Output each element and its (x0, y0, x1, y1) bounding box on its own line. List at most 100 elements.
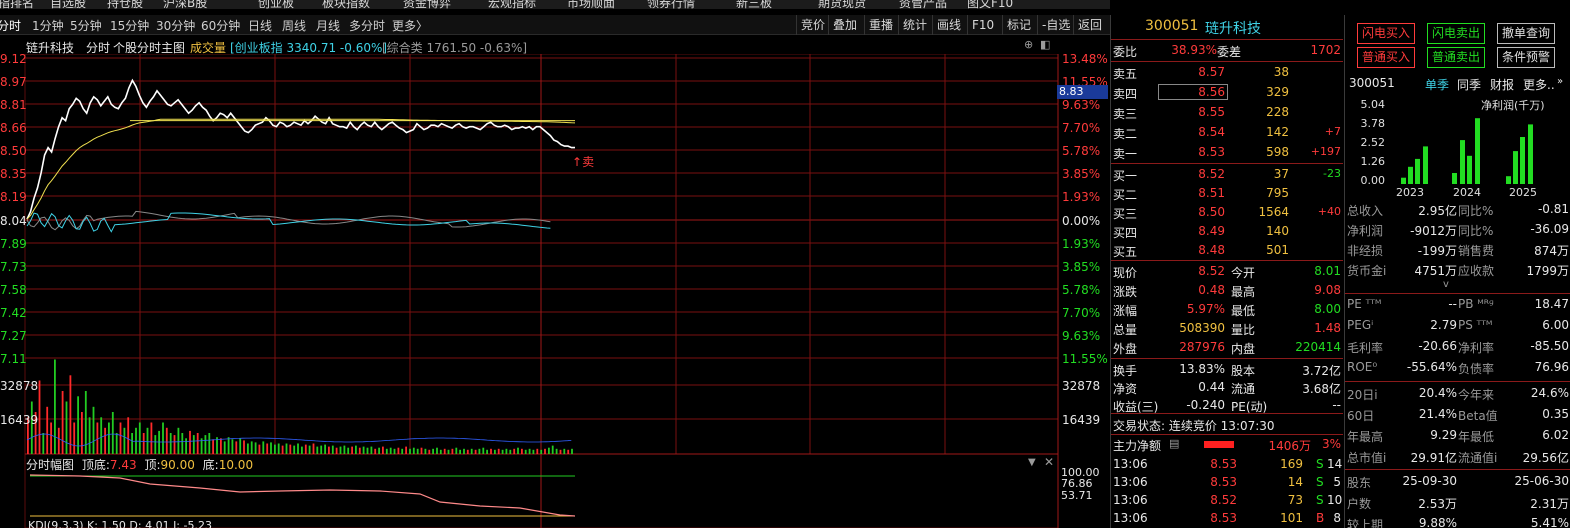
ask-row[interactable]: 卖三 8.55 228 (1111, 103, 1343, 122)
top-nav-item[interactable]: 图文F10 (967, 0, 1013, 9)
top-nav-item[interactable]: 领券行情 (647, 0, 695, 9)
ask-row[interactable]: 卖二 8.54 142 +7 (1111, 123, 1343, 142)
volume-bar (432, 448, 434, 455)
tool-button[interactable]: 重播 (864, 15, 897, 35)
trade-button[interactable]: 闪电卖出 (1427, 23, 1485, 44)
fin-row: 净利润 -9012万 同比% -36.09 (1345, 219, 1570, 239)
volume-bar (316, 446, 319, 454)
top-nav-item[interactable]: 板块指数 (322, 0, 370, 9)
top-nav-item[interactable]: 宏观指标 (488, 0, 536, 9)
bid-row[interactable]: 买二 8.51 795 (1111, 184, 1343, 203)
volume-bar (293, 445, 296, 454)
net-profit-chart[interactable]: 5.04 3.78 2.52 1.26 0.00 净利润(千万) 2023 2024 2025 (1345, 95, 1570, 197)
indicator-dropdown-icon[interactable]: ▼ (1028, 457, 1036, 468)
quote-value: 8.00 (1314, 302, 1341, 316)
top-nav-item[interactable]: 指排名 (0, 0, 34, 9)
tool-button[interactable]: 竞价 (796, 15, 829, 35)
book-price[interactable]: 8.53 (1177, 145, 1225, 159)
bid-row[interactable]: 买四 8.49 140 (1111, 222, 1343, 241)
book-price[interactable]: 8.48 (1177, 243, 1225, 257)
book-price[interactable]: 8.54 (1177, 125, 1225, 139)
zoom-in-icon[interactable]: ⊕ (1024, 38, 1033, 51)
period-tab[interactable]: 5分钟 (70, 17, 102, 34)
top-nav-item[interactable]: 新三板 (736, 0, 772, 9)
book-price[interactable]: 8.50 (1177, 205, 1225, 219)
tool-button[interactable]: 统计 (898, 15, 931, 35)
top-nav-item[interactable]: 资管产品 (899, 0, 947, 9)
book-price[interactable]: 8.56 (1158, 84, 1228, 100)
tool-button[interactable]: 标记 (1002, 15, 1035, 35)
book-price[interactable]: 8.55 (1177, 105, 1225, 119)
window-toggle-icon[interactable]: ◧ (1040, 38, 1050, 51)
expand-arrow-icon[interactable]: v (1443, 279, 1449, 290)
book-label: 买二 (1113, 188, 1138, 202)
tool-button[interactable]: F10 (967, 15, 998, 35)
trade-button[interactable]: 闪电买入 (1357, 23, 1415, 44)
price-axis-label: 8.81 (0, 98, 27, 112)
bid-row[interactable]: 买一 8.52 37 -23 (1111, 165, 1343, 184)
stat-value: 3.68亿 (1302, 382, 1341, 396)
tool-button[interactable]: -自选 (1037, 15, 1074, 35)
book-price[interactable]: 8.57 (1177, 65, 1225, 79)
period-tab[interactable]: 30分钟 (156, 17, 195, 34)
list-icon[interactable]: ▤ (1169, 437, 1179, 450)
trade-button[interactable]: 普通买入 (1357, 47, 1415, 68)
top-nav-item[interactable]: 自选股 (50, 0, 86, 9)
volume-bar (173, 435, 176, 454)
bid-row[interactable]: 买三 8.50 1564 +40 (1111, 203, 1343, 222)
period-tab[interactable]: 周线 (282, 17, 306, 34)
period-tab[interactable]: 60分钟 (201, 17, 240, 34)
tab-same-quarter[interactable]: 同季 (1457, 76, 1481, 93)
top-nav-item[interactable]: 沪深B股 (163, 0, 207, 9)
period-tab[interactable]: 分时 (0, 17, 21, 34)
volume-bar (235, 441, 238, 454)
trading-terminal: 指排名 自选股 持仓股 沪深B股 创业板 板块指数 资金博弈 宏观指标 市场顺面 领券行情 新三板 期… (0, 0, 1570, 528)
price-axis-label: 9.12 (0, 52, 27, 66)
tool-button[interactable]: 返回 (1073, 15, 1106, 35)
tick-side: S (1316, 475, 1324, 489)
ratios-value: -- (1448, 297, 1457, 311)
stat-label: 流通 (1231, 382, 1256, 396)
tab-report[interactable]: 财报 (1490, 76, 1514, 93)
main-flow-bar (1204, 441, 1234, 448)
trade-button[interactable]: 条件预警 (1497, 47, 1555, 68)
book-price[interactable]: 8.51 (1177, 186, 1225, 200)
indicator-close-icon[interactable]: ✕ (1044, 455, 1054, 469)
ask-row[interactable]: 卖一 8.53 598 +197 (1111, 143, 1343, 162)
period-tab[interactable]: 日线 (248, 17, 272, 34)
book-volume: 37 (1273, 167, 1289, 181)
stat-row: 净资 0.44 流通 3.68亿 (1111, 378, 1343, 397)
period-tab[interactable]: 15分钟 (110, 17, 149, 34)
ask-row[interactable]: 卖五 8.57 38 (1111, 63, 1343, 82)
trade-button[interactable]: 普通卖出 (1427, 47, 1485, 68)
book-volume: 329 (1266, 85, 1289, 99)
volume-bar (111, 412, 114, 454)
period-tab[interactable]: 1分钟 (32, 17, 64, 34)
indicator-name[interactable]: 分时幅图 (26, 458, 74, 472)
volume-bar (385, 448, 388, 455)
ask-row[interactable]: 卖四 8.56 329 (1111, 83, 1343, 102)
top-nav-item[interactable]: 持仓股 (107, 0, 143, 9)
period-tab[interactable]: 月线 (316, 17, 340, 34)
main-flow-label[interactable]: 主力净额 (1113, 437, 1161, 454)
tool-button[interactable]: 叠加 (828, 15, 861, 35)
period-tab[interactable]: 多分时 (349, 17, 385, 34)
ratios-value: 6.00 (1542, 318, 1569, 332)
bid-row[interactable]: 买五 8.48 501 (1111, 241, 1343, 260)
book-price[interactable]: 8.49 (1177, 224, 1225, 238)
volume-bar (412, 447, 415, 454)
tab-more[interactable]: 更多.. (1523, 76, 1555, 93)
tab-quarter[interactable]: 单季 (1425, 76, 1449, 93)
book-price[interactable]: 8.52 (1177, 167, 1225, 181)
period-tab[interactable]: 更多〉 (392, 17, 428, 34)
top-nav-item[interactable]: 市场顺面 (567, 0, 615, 9)
top-nav-item[interactable]: 资金博弈 (403, 0, 451, 9)
holder-value: 2.31万 (1530, 497, 1569, 511)
more-arrow-icon[interactable]: » (1557, 76, 1563, 87)
top-nav-item[interactable]: 创业板 (258, 0, 294, 9)
book-label: 买一 (1113, 169, 1138, 183)
trade-button[interactable]: 撤单查询 (1497, 23, 1555, 44)
tool-button[interactable]: 画线 (932, 15, 965, 35)
volume-bar (470, 448, 473, 455)
top-nav-item[interactable]: 期货现货 (818, 0, 866, 9)
